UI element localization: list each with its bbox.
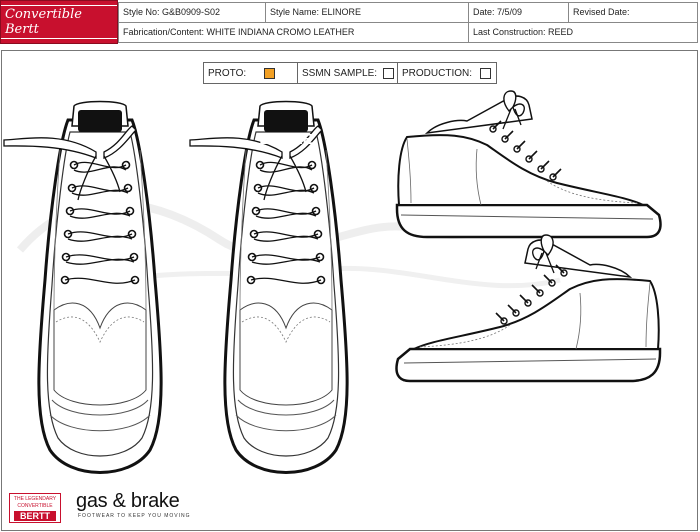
tongue-label-brake: BRAKE: [259, 131, 312, 148]
side-view-left-shoe: [395, 233, 662, 383]
top-view-left-shoe: [2, 100, 163, 474]
legendary-badge: THE LEGENDARY CONVERTIBLE BERTT: [9, 493, 61, 523]
gas-and-brake-logo: gas & brake: [76, 490, 180, 512]
side-view-right-shoe: [395, 89, 662, 239]
brand-tagline: FOOTWEAR TO KEEP YOU MOVING: [78, 513, 191, 519]
tongue-label-gas: GAS: [84, 131, 117, 148]
shoe-illustrations: GAS BRAKE: [2, 89, 662, 474]
top-view-right-shoe: [188, 100, 349, 474]
